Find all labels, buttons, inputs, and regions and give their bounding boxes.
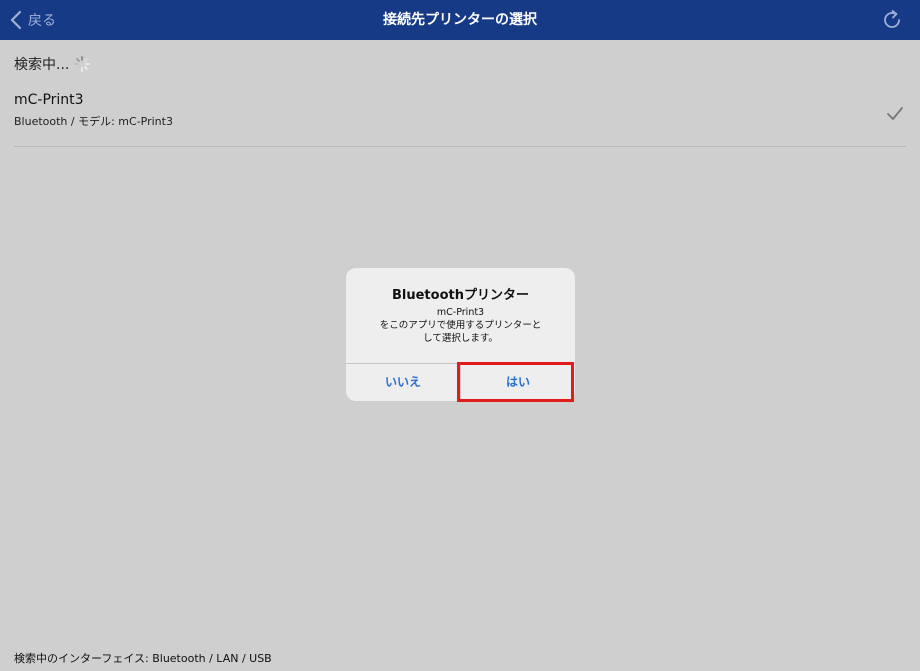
searching-label: 検索中... [14, 57, 70, 73]
dialog-message: mC-Print3 をこのアプリで使用するプリンターと して選択します。 [360, 306, 561, 345]
dialog-message-line: mC-Print3 [436, 307, 485, 318]
checkmark-icon [887, 107, 903, 120]
page-title: 接続先プリンターの選択 [383, 12, 537, 28]
navigation-bar: 戻る 接続先プリンターの選択 [0, 0, 920, 40]
no-button[interactable]: いいえ [346, 364, 460, 401]
printer-list-item[interactable]: mC-Print3 Bluetooth / モデル: mC-Print3 [14, 88, 906, 147]
chevron-left-icon [10, 11, 22, 29]
yes-button[interactable]: はい [461, 364, 575, 401]
search-status: 検索中... [14, 54, 91, 74]
printer-name: mC-Print3 [14, 92, 84, 108]
back-label: 戻る [28, 13, 56, 29]
spinner-icon [74, 56, 91, 72]
footer-interfaces: 検索中のインターフェイス: Bluetooth / LAN / USB [14, 652, 272, 665]
confirm-dialog: Bluetoothプリンター mC-Print3 をこのアプリで使用するプリンタ… [346, 268, 575, 401]
refresh-icon[interactable] [880, 8, 904, 32]
dialog-title: Bluetoothプリンター [392, 288, 529, 303]
dialog-message-line: して選択します。 [423, 333, 498, 344]
back-button[interactable]: 戻る [10, 0, 56, 40]
printer-detail: Bluetooth / モデル: mC-Print3 [14, 115, 173, 128]
dialog-message-line: をこのアプリで使用するプリンターと [379, 320, 542, 331]
